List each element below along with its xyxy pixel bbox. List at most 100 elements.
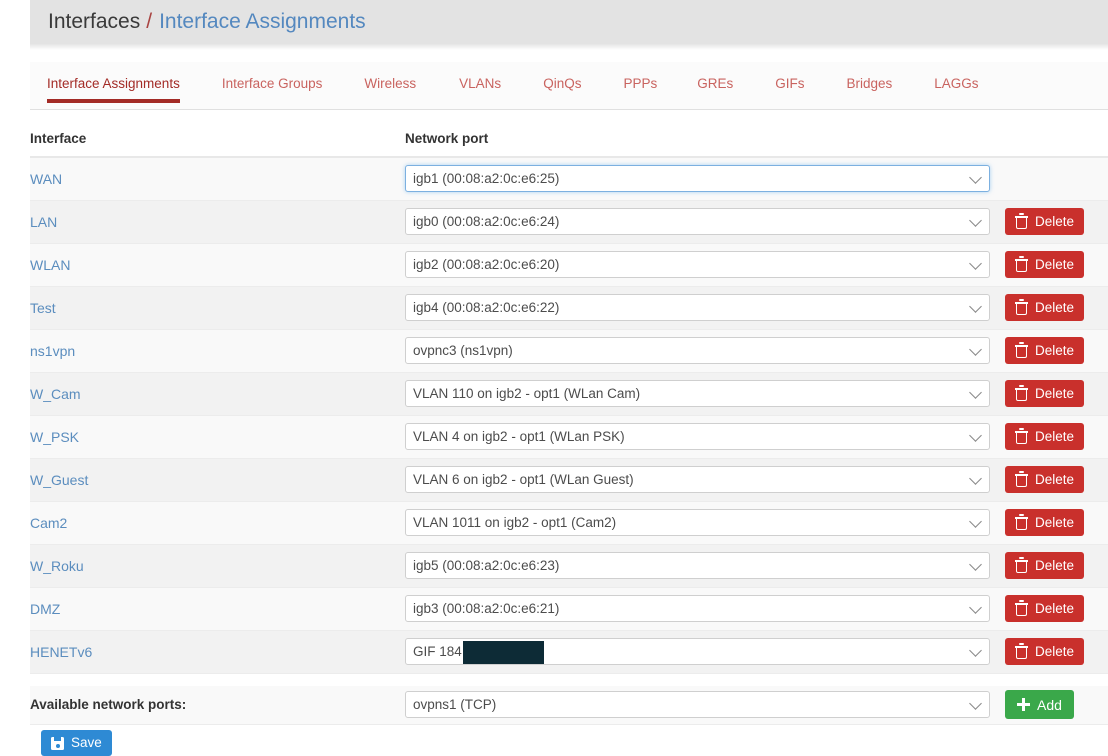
chevron-down-icon bbox=[969, 514, 982, 528]
delete-button-label: Delete bbox=[1035, 385, 1075, 401]
interface-link[interactable]: HENETv6 bbox=[30, 630, 405, 674]
header-network-port: Network port bbox=[405, 124, 1005, 158]
delete-button-label: Delete bbox=[1035, 299, 1075, 315]
interface-link[interactable]: Cam2 bbox=[30, 501, 405, 545]
chevron-down-icon bbox=[969, 342, 982, 356]
available-ports-label: Available network ports: bbox=[30, 686, 405, 725]
delete-button-label: Delete bbox=[1035, 471, 1075, 487]
table-row: LAN igb0 (00:08:a2:0c:e6:24) Delete bbox=[30, 200, 1108, 244]
tab-gres[interactable]: GREs bbox=[697, 62, 733, 102]
network-port-value: VLAN 1011 on igb2 - opt1 (Cam2) bbox=[413, 515, 617, 530]
chevron-down-icon bbox=[969, 696, 982, 710]
table-row: WAN igb1 (00:08:a2:0c:e6:25) bbox=[30, 157, 1108, 201]
network-port-select[interactable]: VLAN 110 on igb2 - opt1 (WLan Cam) bbox=[405, 380, 990, 407]
chevron-down-icon bbox=[969, 557, 982, 571]
tab-bar: Interface Assignments Interface Groups Wir… bbox=[30, 62, 1108, 110]
plus-icon bbox=[1017, 698, 1030, 712]
trash-icon bbox=[1015, 256, 1028, 272]
network-port-value: ovpnc3 (ns1vpn) bbox=[413, 343, 513, 358]
delete-button[interactable]: Delete bbox=[1005, 509, 1085, 536]
interface-link[interactable]: DMZ bbox=[30, 587, 405, 631]
interface-link[interactable]: WAN bbox=[30, 157, 405, 201]
add-button-label: Add bbox=[1037, 696, 1062, 713]
chevron-down-icon bbox=[969, 643, 982, 657]
network-port-value: VLAN 6 on igb2 - opt1 (WLan Guest) bbox=[413, 472, 634, 487]
trash-icon bbox=[1015, 342, 1028, 358]
tab-interface-assignments[interactable]: Interface Assignments bbox=[47, 62, 180, 103]
header-actions bbox=[1005, 124, 1108, 158]
tab-laggs[interactable]: LAGGs bbox=[934, 62, 978, 102]
network-port-select[interactable]: igb0 (00:08:a2:0c:e6:24) bbox=[405, 208, 990, 235]
redaction-box bbox=[463, 641, 544, 664]
network-port-select[interactable]: VLAN 6 on igb2 - opt1 (WLan Guest) bbox=[405, 466, 990, 493]
network-port-value: igb2 (00:08:a2:0c:e6:20) bbox=[413, 257, 560, 272]
tab-wireless[interactable]: Wireless bbox=[364, 62, 416, 102]
table-row: W_Roku igb5 (00:08:a2:0c:e6:23) Delete bbox=[30, 544, 1108, 588]
delete-button-label: Delete bbox=[1035, 600, 1075, 616]
delete-button[interactable]: Delete bbox=[1005, 638, 1085, 665]
network-port-value: igb0 (00:08:a2:0c:e6:24) bbox=[413, 214, 560, 229]
chevron-down-icon bbox=[969, 299, 982, 313]
interface-link[interactable]: LAN bbox=[30, 200, 405, 244]
network-port-select[interactable]: igb2 (00:08:a2:0c:e6:20) bbox=[405, 251, 990, 278]
interface-link[interactable]: W_PSK bbox=[30, 415, 405, 459]
chevron-down-icon bbox=[969, 170, 982, 184]
save-area: Save bbox=[30, 730, 112, 756]
delete-button-label: Delete bbox=[1035, 514, 1075, 530]
delete-button[interactable]: Delete bbox=[1005, 208, 1085, 235]
trash-icon bbox=[1015, 471, 1028, 487]
tab-gifs[interactable]: GIFs bbox=[775, 62, 804, 102]
network-port-select[interactable]: VLAN 4 on igb2 - opt1 (WLan PSK) bbox=[405, 423, 990, 450]
available-port-value: ovpns1 (TCP) bbox=[413, 697, 497, 713]
trash-icon bbox=[1015, 213, 1028, 229]
tab-qinqs[interactable]: QinQs bbox=[543, 62, 581, 102]
delete-button[interactable]: Delete bbox=[1005, 380, 1085, 407]
delete-button[interactable]: Delete bbox=[1005, 251, 1085, 278]
network-port-select[interactable]: ovpnc3 (ns1vpn) bbox=[405, 337, 990, 364]
network-port-select[interactable]: igb4 (00:08:a2:0c:e6:22) bbox=[405, 294, 990, 321]
floppy-disk-icon bbox=[51, 736, 64, 750]
delete-button[interactable]: Delete bbox=[1005, 552, 1085, 579]
table-row: DMZ igb3 (00:08:a2:0c:e6:21) Delete bbox=[30, 587, 1108, 631]
network-port-select[interactable]: igb5 (00:08:a2:0c:e6:23) bbox=[405, 552, 990, 579]
delete-button-label: Delete bbox=[1035, 213, 1075, 229]
tab-bridges[interactable]: Bridges bbox=[846, 62, 892, 102]
interface-link[interactable]: W_Cam bbox=[30, 372, 405, 416]
delete-button-label: Delete bbox=[1035, 342, 1075, 358]
tab-vlans[interactable]: VLANs bbox=[459, 62, 501, 102]
tab-ppps[interactable]: PPPs bbox=[623, 62, 657, 102]
network-port-select[interactable]: GIF 184. HE) bbox=[405, 638, 990, 665]
available-port-select[interactable]: ovpns1 (TCP) bbox=[405, 691, 990, 719]
add-button[interactable]: Add bbox=[1005, 690, 1074, 720]
chevron-down-icon bbox=[969, 256, 982, 270]
interface-link[interactable]: W_Roku bbox=[30, 544, 405, 588]
trash-icon bbox=[1015, 643, 1028, 659]
network-port-select[interactable]: VLAN 1011 on igb2 - opt1 (Cam2) bbox=[405, 509, 990, 536]
chevron-down-icon bbox=[969, 600, 982, 614]
interface-link[interactable]: WLAN bbox=[30, 243, 405, 287]
tab-interface-groups[interactable]: Interface Groups bbox=[222, 62, 323, 102]
network-port-select[interactable]: igb1 (00:08:a2:0c:e6:25) bbox=[405, 165, 990, 193]
chevron-down-icon bbox=[969, 471, 982, 485]
table-row: W_Guest VLAN 6 on igb2 - opt1 (WLan Guest… bbox=[30, 458, 1108, 502]
save-button[interactable]: Save bbox=[41, 730, 112, 756]
delete-button-label: Delete bbox=[1035, 256, 1075, 272]
delete-button[interactable]: Delete bbox=[1005, 595, 1085, 622]
network-port-value: VLAN 4 on igb2 - opt1 (WLan PSK) bbox=[413, 429, 625, 444]
trash-icon bbox=[1015, 385, 1028, 401]
delete-button[interactable]: Delete bbox=[1005, 337, 1085, 364]
chevron-down-icon bbox=[969, 213, 982, 227]
interface-link[interactable]: ns1vpn bbox=[30, 329, 405, 373]
breadcrumb-separator: / bbox=[146, 10, 153, 33]
table-header-row: Interface Network port bbox=[30, 124, 1108, 158]
table-row: ns1vpn ovpnc3 (ns1vpn) Delete bbox=[30, 329, 1108, 373]
trash-icon bbox=[1015, 428, 1028, 444]
delete-button[interactable]: Delete bbox=[1005, 423, 1085, 450]
delete-button[interactable]: Delete bbox=[1005, 466, 1085, 493]
interface-link[interactable]: W_Guest bbox=[30, 458, 405, 502]
network-port-select[interactable]: igb3 (00:08:a2:0c:e6:21) bbox=[405, 595, 990, 622]
table-row: HENETv6 GIF 184. HE) Delete bbox=[30, 630, 1108, 674]
network-port-value: igb3 (00:08:a2:0c:e6:21) bbox=[413, 601, 560, 616]
delete-button[interactable]: Delete bbox=[1005, 294, 1085, 321]
interface-link[interactable]: Test bbox=[30, 286, 405, 330]
